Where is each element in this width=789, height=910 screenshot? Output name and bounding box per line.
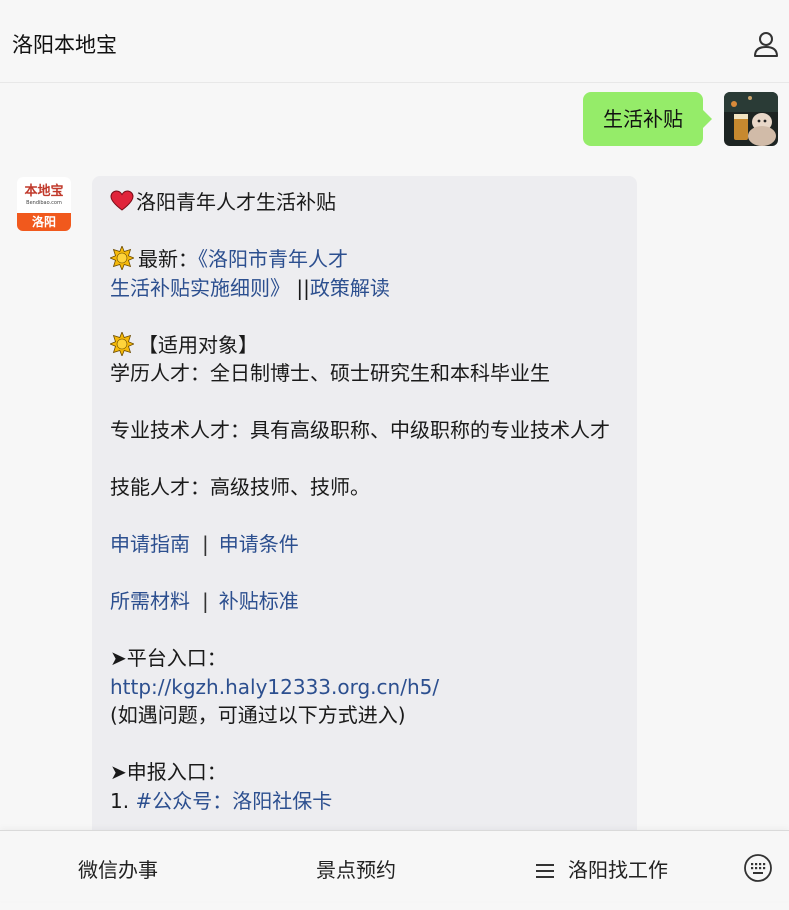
- chat-title: 洛阳本地宝: [12, 33, 117, 57]
- menu-wechat-services[interactable]: 微信办事: [28, 831, 208, 901]
- sun-icon: [108, 244, 136, 272]
- wechat-account-link[interactable]: #公众号：洛阳社保卡: [135, 789, 332, 813]
- application-conditions-link[interactable]: 申请条件: [219, 532, 299, 556]
- target-skilled: 技能人才：高级技师、技师。: [110, 475, 370, 499]
- target-heading: 【适用对象】: [138, 332, 258, 357]
- keyboard-icon[interactable]: [743, 853, 773, 883]
- avatar-logo-url: Bendibao.com: [26, 200, 62, 206]
- platform-url-link[interactable]: http://kgzh.haly12333.org.cn/h5/: [110, 673, 620, 702]
- card-content: 洛阳青年人才生活补贴 最新：《洛阳市青年人才 生活补贴实施细则》 ||政策解读 …: [108, 188, 620, 816]
- bottom-menu-bar: 微信办事 景点预约 洛阳找工作: [0, 830, 789, 901]
- incoming-message-card: 洛阳青年人才生活补贴 最新：《洛阳市青年人才 生活补贴实施细则》 ||政策解读 …: [92, 176, 637, 896]
- latest-label: 最新：: [138, 247, 198, 271]
- subsidy-standard-link[interactable]: 补贴标准: [219, 589, 299, 613]
- latest-line: 最新：《洛阳市青年人才: [108, 244, 620, 274]
- heart-icon: [110, 190, 134, 212]
- apply-item-1: 1. #公众号：洛阳社保卡: [110, 787, 620, 816]
- policy-doc-link-part1[interactable]: 《洛阳市青年人才: [198, 247, 348, 271]
- outgoing-message-text: 生活补贴: [603, 107, 683, 131]
- latest-separator: ||: [290, 275, 310, 300]
- menu-label: 洛阳找工作: [568, 858, 668, 882]
- links-row-2: 所需材料 | 补贴标准: [110, 587, 620, 616]
- sun-icon: [108, 330, 136, 357]
- chat-header: 洛阳本地宝: [0, 0, 789, 83]
- target-heading-line: 【适用对象】: [108, 330, 620, 360]
- outgoing-message-bubble[interactable]: 生活补贴: [583, 92, 712, 146]
- avatar-logo-text: 本地宝: [24, 184, 64, 199]
- self-avatar[interactable]: [724, 92, 778, 146]
- policy-interpretation-link[interactable]: 政策解读: [310, 276, 390, 300]
- link-separator: |: [202, 532, 209, 556]
- menu-label: 景点预约: [316, 858, 396, 882]
- menu-find-jobs[interactable]: 洛阳找工作: [512, 831, 692, 901]
- bot-avatar[interactable]: 本地宝 Bendibao.com 洛阳: [17, 177, 71, 231]
- link-separator: |: [202, 589, 209, 613]
- platform-note: (如遇问题，可通过以下方式进入): [110, 703, 406, 727]
- policy-doc-link-part2[interactable]: 生活补贴实施细则》: [110, 276, 290, 300]
- user-icon[interactable]: [750, 29, 782, 61]
- avatar-city-label: 洛阳: [17, 213, 71, 231]
- card-title-line: 洛阳青年人才生活补贴: [110, 188, 620, 217]
- target-professional: 专业技术人才：具有高级职称、中级职称的专业技术人才: [110, 418, 610, 442]
- links-row-1: 申请指南 | 申请条件: [110, 530, 620, 559]
- menu-label: 微信办事: [78, 858, 158, 882]
- menu-attraction-booking[interactable]: 景点预约: [266, 831, 446, 901]
- menu-lines-icon: [536, 832, 554, 878]
- application-guide-link[interactable]: 申请指南: [110, 532, 190, 556]
- latest-line-2: 生活补贴实施细则》 ||政策解读: [110, 274, 620, 303]
- bot-avatar-logo: 本地宝 Bendibao.com: [17, 177, 71, 213]
- required-materials-link[interactable]: 所需材料: [110, 589, 190, 613]
- card-title: 洛阳青年人才生活补贴: [136, 190, 336, 214]
- platform-label: ➤平台入口：: [110, 646, 227, 670]
- target-degree: 学历人才：全日制博士、硕士研究生和本科毕业生: [110, 361, 550, 385]
- apply-label: ➤申报入口：: [110, 760, 227, 784]
- apply-item-number: 1.: [110, 788, 130, 813]
